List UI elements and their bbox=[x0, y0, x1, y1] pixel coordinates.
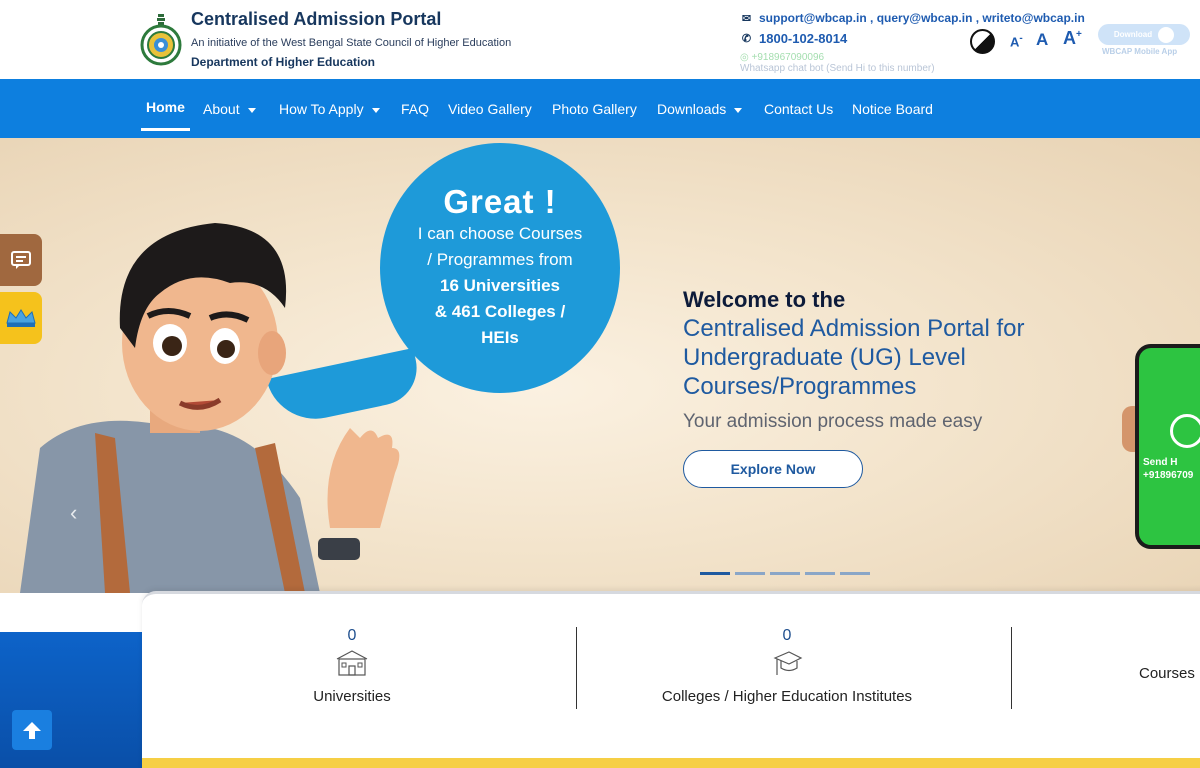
chat-icon bbox=[11, 251, 31, 269]
hero-welcome: Welcome to the bbox=[683, 287, 846, 312]
font-decrease-label: A bbox=[1010, 34, 1020, 50]
whatsapp-number-text: +918967090096 bbox=[751, 52, 825, 63]
nav-how-to-apply[interactable]: How To Apply bbox=[279, 101, 380, 117]
carousel-indicators bbox=[700, 572, 870, 575]
nav-notice-board[interactable]: Notice Board bbox=[852, 101, 933, 117]
nav-photo-gallery[interactable]: Photo Gallery bbox=[552, 101, 637, 117]
phone-send-text: Send H bbox=[1143, 457, 1178, 468]
font-increase-button[interactable]: A+ bbox=[1063, 28, 1082, 49]
phone-text: Send H +91896709 bbox=[1143, 456, 1193, 482]
stat-label: Colleges / Higher Education Institutes bbox=[661, 688, 913, 705]
explore-now-button[interactable]: Explore Now bbox=[683, 450, 863, 488]
crown-icon bbox=[6, 309, 36, 327]
carousel-indicator[interactable] bbox=[700, 572, 730, 575]
email-links[interactable]: support@wbcap.in , query@wbcap.in , writ… bbox=[759, 11, 1085, 25]
phone-contact: ✆ 1800-102-8014 bbox=[740, 31, 847, 46]
carousel-indicator[interactable] bbox=[805, 572, 835, 575]
stat-label: Courses bbox=[1139, 665, 1195, 682]
brand-title[interactable]: Centralised Admission Portal bbox=[191, 9, 441, 30]
app-download-label: Download bbox=[1113, 30, 1153, 39]
nav-how-to-apply-label: How To Apply bbox=[279, 101, 364, 117]
bottom-accent-band bbox=[142, 758, 1200, 768]
hero-title-line: Undergraduate (UG) Level bbox=[683, 344, 966, 371]
nav-about[interactable]: About bbox=[203, 101, 256, 117]
carousel-prev-icon[interactable]: ‹ bbox=[70, 500, 77, 526]
envelope-icon: ✉ bbox=[741, 12, 752, 25]
stat-courses: Courses bbox=[1012, 627, 1200, 682]
phone-icon: ✆ bbox=[741, 33, 752, 45]
scroll-to-top-button[interactable] bbox=[12, 710, 52, 750]
stat-value: 0 bbox=[347, 627, 357, 644]
hero-title-line: Courses/Programmes bbox=[683, 373, 917, 400]
phone-number-text: +91896709 bbox=[1143, 470, 1194, 481]
carousel-indicator[interactable] bbox=[735, 572, 765, 575]
nav-video-gallery[interactable]: Video Gallery bbox=[448, 101, 532, 117]
graduate-icon bbox=[773, 651, 803, 675]
whatsapp-icon: ◎ bbox=[740, 52, 749, 63]
quick-access-button[interactable] bbox=[0, 292, 42, 344]
whatsapp-icon bbox=[1170, 414, 1200, 448]
nav-downloads-label: Downloads bbox=[657, 101, 727, 117]
nav-downloads[interactable]: Downloads bbox=[657, 101, 743, 117]
stat-label: Universities bbox=[313, 688, 391, 705]
chevron-down-icon bbox=[371, 107, 380, 113]
phone-number[interactable]: 1800-102-8014 bbox=[759, 31, 847, 46]
android-icon bbox=[1158, 26, 1175, 43]
brand-subtitle: An initiative of the West Bengal State C… bbox=[191, 37, 512, 49]
hero-heading: Welcome to the Centralised Admission Por… bbox=[683, 286, 1163, 433]
font-decrease-sup: - bbox=[1019, 33, 1023, 44]
arrow-up-icon bbox=[23, 722, 41, 739]
font-increase-label: A bbox=[1063, 28, 1076, 48]
nav-about-label: About bbox=[203, 101, 240, 117]
nav-faq[interactable]: FAQ bbox=[401, 101, 429, 117]
carousel-indicator[interactable] bbox=[840, 572, 870, 575]
font-normal-button[interactable]: A bbox=[1036, 30, 1048, 50]
nav-home[interactable]: Home bbox=[141, 99, 190, 131]
chat-button[interactable] bbox=[0, 234, 42, 286]
font-decrease-button[interactable]: A- bbox=[1010, 33, 1023, 49]
carousel-indicator[interactable] bbox=[770, 572, 800, 575]
chevron-down-icon bbox=[734, 107, 743, 113]
stat-universities: 0 Universities bbox=[142, 627, 562, 705]
app-caption: WBCAP Mobile App bbox=[1102, 47, 1178, 56]
font-increase-sup: + bbox=[1076, 29, 1082, 40]
hero-tagline: Your admission process made easy bbox=[683, 411, 983, 432]
main-nav: Home About How To Apply FAQ Video Galler… bbox=[0, 79, 1200, 138]
student-illustration bbox=[20, 223, 400, 593]
whatsapp-contact: ◎ +918967090096 Whatsapp chat bot (Send … bbox=[740, 52, 935, 74]
hero-carousel[interactable]: Great ! I can choose Courses / Programme… bbox=[0, 138, 1200, 593]
state-emblem-icon bbox=[140, 14, 182, 66]
brand-department: Department of Higher Education bbox=[191, 55, 376, 69]
contrast-icon[interactable] bbox=[970, 29, 995, 54]
whatsapp-chat-label: Whatsapp chat bot (Send Hi to this numbe… bbox=[740, 63, 935, 74]
email-contact: ✉ support@wbcap.in , query@wbcap.in , wr… bbox=[740, 11, 1085, 25]
nav-contact-us[interactable]: Contact Us bbox=[764, 101, 833, 117]
site-header: Centralised Admission Portal An initiati… bbox=[0, 0, 1200, 79]
stat-value: 0 bbox=[782, 627, 792, 644]
whatsapp-number[interactable]: ◎ +918967090096 bbox=[740, 52, 824, 63]
hero-title-line: Centralised Admission Portal for bbox=[683, 315, 1025, 342]
university-icon bbox=[336, 650, 368, 676]
chevron-down-icon bbox=[247, 107, 256, 113]
app-download-button[interactable]: Download bbox=[1098, 24, 1190, 45]
stat-colleges: 0 Colleges / Higher Education Institutes bbox=[577, 627, 997, 705]
stats-panel: 0 Universities 0 Colleges / Higher Educa… bbox=[142, 591, 1200, 768]
